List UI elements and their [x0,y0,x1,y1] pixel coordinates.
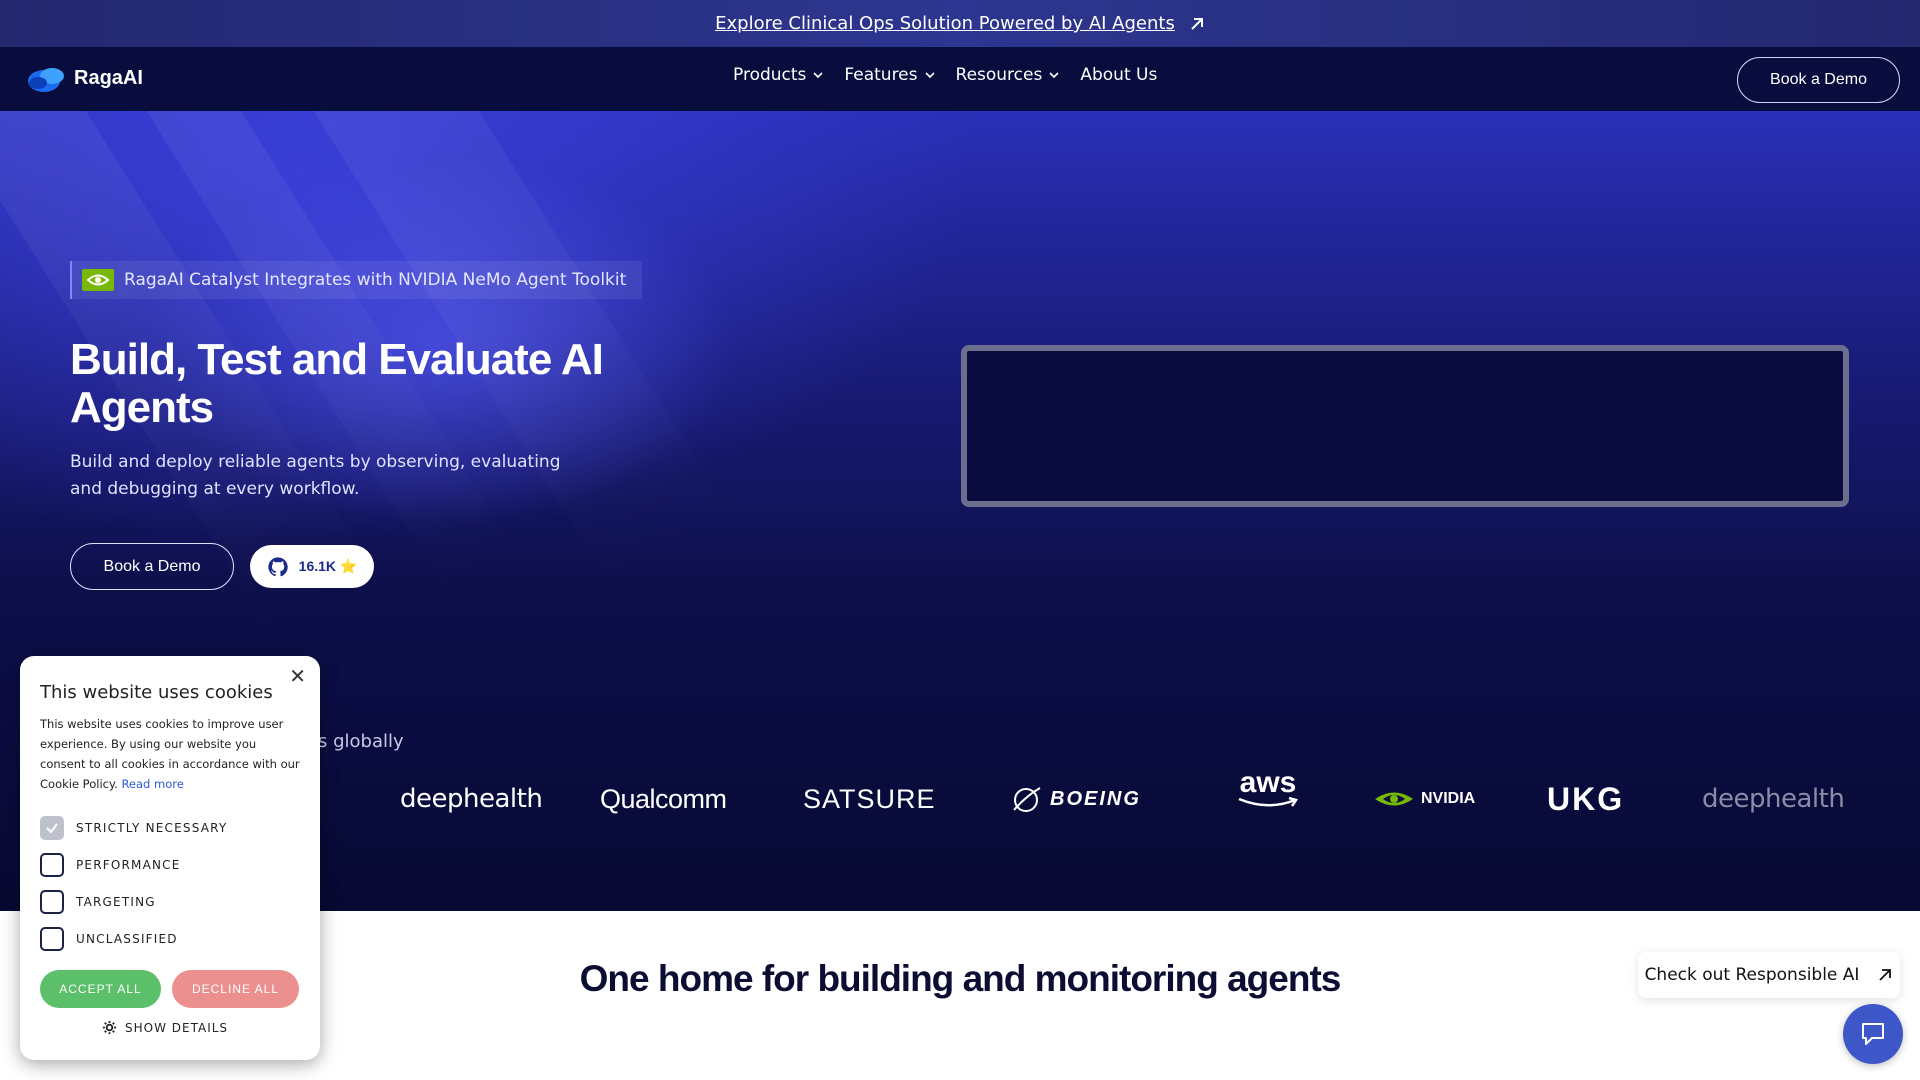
ragaai-logo-icon [28,68,64,92]
checkbox[interactable] [40,853,64,877]
trusted-by-text: s globally [318,731,404,752]
announcement-link[interactable]: Explore Clinical Ops Solution Powered by… [715,13,1175,34]
boeing-logo: BOEING [1012,769,1141,829]
close-icon[interactable]: ✕ [289,666,306,686]
accept-all-button[interactable]: ACCEPT ALL [40,970,161,1008]
show-details-button[interactable]: SHOW DETAILS [102,1020,228,1035]
nav-resources[interactable]: Resources [956,65,1061,85]
github-stars-button[interactable]: 16.1K ⭐ [250,545,374,588]
checkbox[interactable] [40,816,64,840]
nav-products[interactable]: Products [733,65,824,85]
ragaai-logo[interactable]: RagaAI [26,63,143,93]
integration-badge-text: RagaAI Catalyst Integrates with NVIDIA N… [124,270,627,290]
external-arrow-icon [1191,17,1203,30]
github-star-count: 16.1K ⭐ [298,558,358,574]
qualcomm-logo: Qualcomm [600,783,727,814]
satsure-logo: SATSURE [803,783,936,814]
boeing-emblem-icon [1013,787,1041,812]
chat-icon [1862,1023,1884,1045]
cookie-title: This website uses cookies [40,682,273,703]
cookie-option-strictly-necessary[interactable]: STRICTLY NECESSARY [40,816,227,840]
cookie-consent-dialog: ✕ This website uses cookies This website… [20,656,320,1060]
brand-name: RagaAI [74,66,143,89]
nav-menu: Products Features Resources About Us [733,65,1157,85]
nav-about-us[interactable]: About Us [1080,65,1157,85]
main-navbar: RagaAI Products Features Resources About… [0,47,1920,111]
cookie-body: This website uses cookies to improve use… [40,717,300,791]
cookie-option-performance[interactable]: PERFORMANCE [40,853,181,877]
announcement-bar: Explore Clinical Ops Solution Powered by… [0,0,1920,47]
decline-all-button[interactable]: DECLINE ALL [172,970,299,1008]
nvidia-eye-icon [1375,792,1413,806]
nvidia-icon [82,269,114,291]
nvidia-logo: NVIDIA [1373,769,1475,829]
github-icon [268,556,288,576]
integration-badge[interactable]: RagaAI Catalyst Integrates with NVIDIA N… [70,261,643,299]
cookie-option-targeting[interactable]: TARGETING [40,890,156,914]
checkbox[interactable] [40,927,64,951]
hero-title: Build, Test and Evaluate AI Agents [70,335,604,432]
aws-logo: aws [1237,768,1299,829]
nav-features[interactable]: Features [844,65,935,85]
aws-smile-icon [1238,797,1298,807]
chat-widget-button[interactable] [1843,1004,1903,1064]
deephealth-logo-repeat: deephealth [1702,784,1845,814]
deephealth-logo: deephealth [400,784,543,814]
cookie-read-more-link[interactable]: Read more [121,777,183,791]
responsible-ai-button[interactable]: Check out Responsible AI [1638,952,1900,998]
ukg-logo: UKG [1547,780,1625,817]
check-icon [46,823,58,834]
external-arrow-icon [1879,969,1892,981]
chevron-down-icon [1049,72,1059,79]
demo-video-frame[interactable] [961,345,1849,507]
chevron-down-icon [813,72,823,79]
nav-book-demo-button[interactable]: Book a Demo [1737,57,1900,103]
checkbox[interactable] [40,890,64,914]
chevron-down-icon [924,72,935,79]
hero-book-demo-button[interactable]: Book a Demo [70,543,234,590]
hero-subtitle: Build and deploy reliable agents by obse… [70,452,561,499]
gear-icon [102,1020,117,1035]
cookie-option-unclassified[interactable]: UNCLASSIFIED [40,927,178,951]
